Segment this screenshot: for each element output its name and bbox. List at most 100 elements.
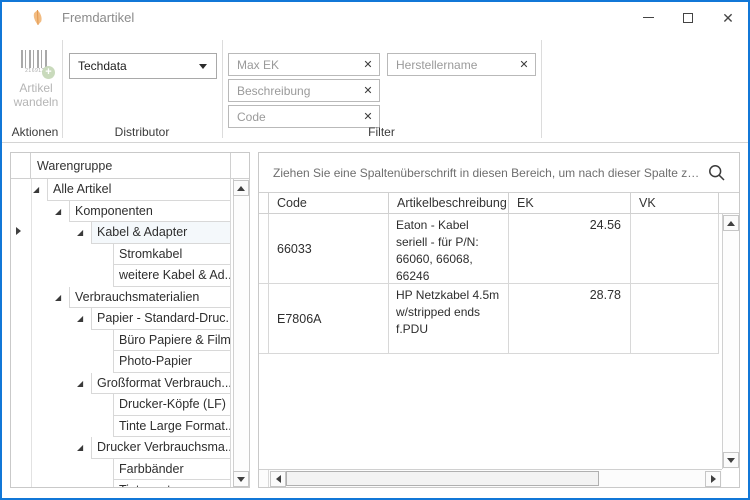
search-icon[interactable]: [708, 164, 726, 182]
maximize-button[interactable]: [668, 2, 708, 33]
expand-collapse-icon[interactable]: ◢: [77, 315, 83, 323]
cell-vk: [631, 284, 719, 354]
column-header-ek[interactable]: EK: [509, 193, 631, 213]
plus-badge-icon: +: [42, 66, 55, 79]
tree-node-label: Stromkabel: [113, 244, 231, 266]
tree-node[interactable]: ◢ Büro Papiere & Filme: [11, 330, 233, 352]
clear-filter-icon[interactable]: ✕: [513, 54, 535, 75]
expand-collapse-icon[interactable]: ◢: [55, 208, 61, 216]
expand-collapse-icon[interactable]: ◢: [77, 380, 83, 388]
artikel-grid: Ziehen Sie eine Spaltenüberschrift in di…: [258, 152, 740, 488]
expand-collapse-icon[interactable]: ◢: [77, 229, 83, 237]
expand-collapse-icon[interactable]: ◢: [77, 444, 83, 452]
table-row[interactable]: 66033 Eaton - Kabel seriell - für P/N: 6…: [259, 214, 722, 284]
tree-node[interactable]: ◢ Alle Artikel: [11, 179, 233, 201]
grid-header-filler: [719, 193, 739, 213]
group-by-panel[interactable]: Ziehen Sie eine Spaltenüberschrift in di…: [259, 153, 739, 193]
grid-horizontal-scrollbar[interactable]: [259, 469, 722, 487]
tree-node-label: Komponenten: [69, 201, 231, 223]
tree-node[interactable]: ◢ Tintenpatronen: [11, 480, 233, 487]
tree-node-label: Kabel & Adapter: [91, 222, 231, 244]
filter-input-box: ✕: [228, 53, 380, 76]
tree-node[interactable]: ◢ Großformat Verbrauch...: [11, 373, 233, 395]
column-header-vk[interactable]: VK: [631, 193, 719, 213]
group-separator: [222, 40, 223, 138]
close-icon: ✕: [722, 11, 734, 25]
tree-node[interactable]: ◢ Komponenten: [11, 201, 233, 223]
group-by-hint: Ziehen Sie eine Spaltenüberschrift in di…: [273, 166, 702, 180]
scroll-right-button[interactable]: [705, 471, 721, 487]
table-row[interactable]: E7806A HP Netzkabel 4.5m w/stripped ends…: [259, 284, 722, 354]
tree-node-label: Großformat Verbrauch...: [91, 373, 231, 395]
filter-input-box: ✕: [387, 53, 536, 76]
tree-node-label: Tintenpatronen: [113, 480, 231, 487]
tree-node[interactable]: ◢ Tinte Large Format...: [11, 416, 233, 438]
group-label-distributor: Distributor: [62, 125, 222, 139]
cell-code: 66033: [269, 214, 389, 284]
tree-node[interactable]: ◢ Photo-Papier: [11, 351, 233, 373]
tree-vertical-scrollbar[interactable]: [233, 179, 249, 487]
distributor-combobox[interactable]: Techdata: [69, 53, 217, 79]
tree-node[interactable]: ◢ Kabel & Adapter: [11, 222, 233, 244]
tree-node[interactable]: ◢ Drucker-Köpfe (LF): [11, 394, 233, 416]
clear-filter-icon[interactable]: ✕: [357, 54, 379, 75]
tree-node[interactable]: ◢ Farbbänder: [11, 459, 233, 481]
cell-ek: 24.56: [509, 214, 631, 284]
tree-node[interactable]: ◢ Stromkabel: [11, 244, 233, 266]
scroll-left-button[interactable]: [270, 471, 286, 487]
tree-node-label: Photo-Papier: [113, 351, 231, 373]
expand-collapse-icon[interactable]: ◢: [33, 186, 39, 194]
scroll-down-button[interactable]: [233, 471, 249, 487]
tree-column-header[interactable]: Warengruppe: [31, 153, 231, 178]
tree-indicator-header: [11, 153, 31, 178]
row-indicator-cell: [259, 284, 269, 354]
group-label-filter: Filter: [222, 125, 541, 139]
tree-node-label: Drucker Verbrauchsma...: [91, 437, 231, 459]
distributor-combobox-value: Techdata: [70, 59, 199, 73]
tree-body: ◢ Alle Artikel ◢ Komponenten ◢ Kabel & A…: [11, 179, 233, 487]
cell-artikelbeschreibung: Eaton - Kabel seriell - für P/N: 66060, …: [389, 214, 509, 284]
filter-input-box: ✕: [228, 79, 380, 102]
scroll-up-button[interactable]: [233, 180, 249, 196]
tree-node[interactable]: ◢ Verbrauchsmaterialien: [11, 287, 233, 309]
column-header-code[interactable]: Code: [269, 193, 389, 213]
grid-header-row: Code Artikelbeschreibung EK VK: [259, 193, 739, 214]
group-label-aktionen: Aktionen: [8, 125, 62, 139]
column-header-artikelbeschreibung[interactable]: Artikelbeschreibung: [389, 193, 509, 213]
grid-indicator-header: [259, 193, 269, 213]
tree-node[interactable]: ◢ weitere Kabel & Ad...: [11, 265, 233, 287]
minimize-button[interactable]: [628, 2, 668, 33]
app-icon: [30, 9, 45, 26]
clear-filter-icon[interactable]: ✕: [357, 106, 379, 127]
tree-header-row: Warengruppe: [11, 153, 249, 179]
tree-node-label: Farbbänder: [113, 459, 231, 481]
clear-filter-icon[interactable]: ✕: [357, 80, 379, 101]
minimize-icon: [643, 17, 654, 18]
grid-vertical-scrollbar[interactable]: [722, 214, 739, 469]
tree-node-label: Tinte Large Format...: [113, 416, 231, 438]
group-separator: [62, 40, 63, 138]
horizontal-scroll-thumb[interactable]: [286, 471, 599, 486]
expand-collapse-icon[interactable]: ◢: [55, 294, 61, 302]
cell-ek: 28.78: [509, 284, 631, 354]
tree-node-label: Büro Papiere & Filme: [113, 330, 231, 352]
titlebar: Fremdartikel ✕: [2, 2, 748, 33]
artikel-wandeln-button[interactable]: 216912 + Artikel wandeln: [10, 49, 62, 121]
grid-rows: 66033 Eaton - Kabel seriell - für P/N: 6…: [259, 214, 722, 354]
arrow-down-icon: [237, 477, 245, 482]
arrow-down-icon: [727, 458, 735, 463]
scrollbar-corner-spacer: [259, 470, 269, 487]
scroll-down-button[interactable]: [723, 452, 739, 468]
focused-row-indicator-icon: [16, 227, 21, 235]
arrow-up-icon: [727, 221, 735, 226]
close-button[interactable]: ✕: [708, 2, 748, 33]
artikel-wandeln-label: Artikel wandeln: [10, 81, 62, 109]
row-indicator-cell: [259, 214, 269, 284]
tree-node[interactable]: ◢ Papier - Standard-Druc...: [11, 308, 233, 330]
tree-node-label: Alle Artikel: [47, 179, 231, 201]
tree-node[interactable]: ◢ Drucker Verbrauchsma...: [11, 437, 233, 459]
arrow-left-icon: [276, 475, 281, 483]
tree-node-label: weitere Kabel & Ad...: [113, 265, 231, 287]
ribbon: 216912 + Artikel wandeln Aktionen Techda…: [2, 33, 748, 143]
scroll-up-button[interactable]: [723, 215, 739, 231]
